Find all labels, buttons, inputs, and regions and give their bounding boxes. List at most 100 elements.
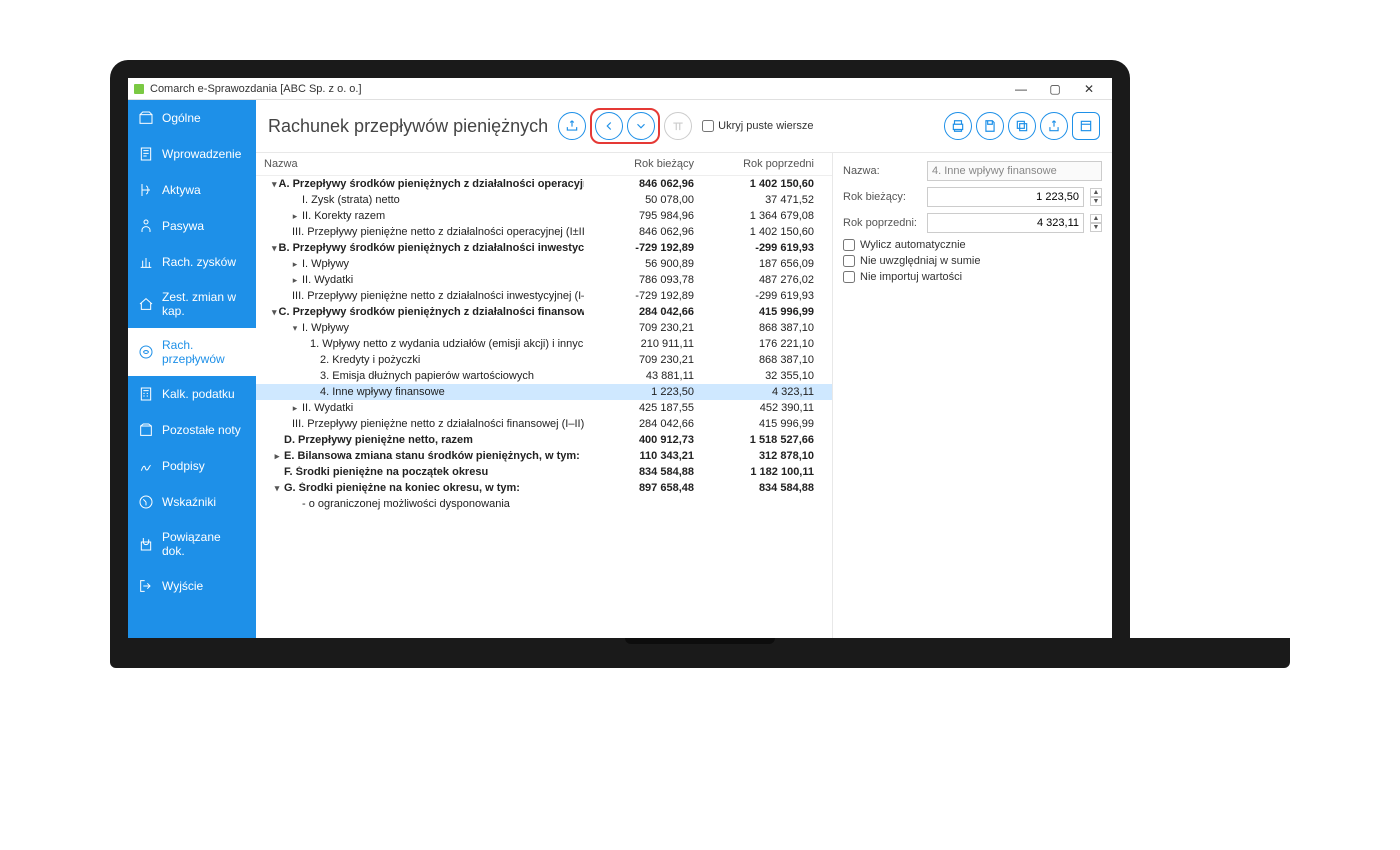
row-name: E. Bilansowa zmiana stanu środków pienię… (284, 450, 580, 462)
table-row[interactable]: ▾A. Przepływy środków pieniężnych z dzia… (256, 176, 832, 192)
table-row[interactable]: ▸II. Wydatki786 093,78487 276,02 (256, 272, 832, 288)
expand-icon[interactable]: ▸ (272, 451, 282, 462)
sidebar-item-label: Rach. przepływów (162, 338, 246, 366)
maximize-button[interactable]: ▢ (1038, 82, 1072, 96)
minimize-button[interactable]: — (1004, 82, 1038, 96)
expand-icon[interactable]: ▾ (272, 307, 277, 318)
sidebar-item-label: Podpisy (162, 459, 205, 473)
export-button[interactable] (558, 112, 586, 140)
table-row[interactable]: ▸II. Wydatki425 187,55452 390,11 (256, 400, 832, 416)
sidebar-item-zest-zmian[interactable]: Zest. zmian w kap. (128, 280, 256, 328)
table-row[interactable]: 2. Kredyty i pożyczki 709 230,21868 387,1… (256, 352, 832, 368)
aktywa-icon (138, 182, 154, 198)
row-name: II. Korekty razem (302, 210, 385, 222)
sidebar-item-label: Wyjście (162, 579, 203, 593)
wyjscie-icon (138, 578, 154, 594)
properties-panel: Nazwa: Rok bieżący: ▲▼ Rok poprzedni: ▲▼… (832, 153, 1112, 638)
sidebar-item-aktywa[interactable]: Aktywa (128, 172, 256, 208)
row-name: III. Przepływy pieniężne netto z działal… (292, 226, 584, 238)
table-row[interactable]: ▸E. Bilansowa zmiana stanu środków pieni… (256, 448, 832, 464)
exclude-sum-checkbox[interactable]: Nie uwzględniaj w sumie (843, 255, 1102, 267)
sidebar-item-pozostale-noty[interactable]: Pozostałe noty (128, 412, 256, 448)
row-py: 834 584,88 (704, 482, 824, 494)
row-cy: 56 900,89 (584, 258, 704, 270)
expand-icon[interactable]: ▸ (290, 275, 300, 286)
table-row[interactable]: III. Przepływy pieniężne netto z działal… (256, 288, 832, 304)
sidebar-item-label: Powiązane dok. (162, 530, 246, 558)
expand-icon[interactable]: ▸ (290, 211, 300, 222)
table-row[interactable]: 1. Wpływy netto z wydania udziałów (emis… (256, 336, 832, 352)
table-row[interactable]: ▾C. Przepływy środków pieniężnych z dzia… (256, 304, 832, 320)
zest-zmian-icon (138, 296, 154, 312)
print-button[interactable] (944, 112, 972, 140)
table-row[interactable]: I. Zysk (strata) netto50 078,0037 471,52 (256, 192, 832, 208)
row-cy: -729 192,89 (584, 290, 704, 302)
cashflow-grid[interactable]: Nazwa Rok bieżący Rok poprzedni ▾A. Prze… (256, 153, 832, 638)
table-row[interactable]: ▸II. Korekty razem795 984,961 364 679,08 (256, 208, 832, 224)
expand-icon[interactable]: ▸ (290, 259, 300, 270)
py-spinner[interactable]: ▲▼ (1090, 214, 1102, 232)
row-name: F. Środki pieniężne na początek okresu (284, 466, 488, 478)
expand-icon[interactable]: ▾ (272, 243, 277, 254)
prop-py-label: Rok poprzedni: (843, 217, 921, 229)
no-import-checkbox[interactable]: Nie importuj wartości (843, 271, 1102, 283)
row-name: 2. Kredyty i pożyczki (320, 354, 420, 366)
table-row[interactable]: III. Przepływy pieniężne netto z działal… (256, 416, 832, 432)
sidebar: OgólneWprowadzenie Aktywa PasywaRach. zysk… (128, 100, 256, 638)
table-row[interactable]: - o ograniczonej możliwości dysponowania (256, 496, 832, 512)
prev-button[interactable] (595, 112, 623, 140)
share-button[interactable] (1040, 112, 1068, 140)
sidebar-item-wyjscie[interactable]: Wyjście (128, 568, 256, 604)
row-cy: 795 984,96 (584, 210, 704, 222)
hide-empty-checkbox[interactable]: Ukryj puste wiersze (702, 120, 813, 132)
titlebar: Comarch e-Sprawozdania [ABC Sp. z o. o.]… (128, 78, 1112, 100)
sidebar-item-powiazane-dok[interactable]: Powiązane dok. (128, 520, 256, 568)
table-row[interactable]: ▾G. Środki pieniężne na koniec okresu, w… (256, 480, 832, 496)
podpisy-icon (138, 458, 154, 474)
row-py: 4 323,11 (704, 386, 824, 398)
row-name: I. Zysk (strata) netto (302, 194, 400, 206)
close-button[interactable]: ✕ (1072, 82, 1106, 96)
table-row[interactable]: 3. Emisja dłużnych papierów wartościowyc… (256, 368, 832, 384)
expand-icon[interactable]: ▾ (272, 483, 282, 494)
row-cy: 897 658,48 (584, 482, 704, 494)
row-cy: 786 093,78 (584, 274, 704, 286)
auto-calc-checkbox[interactable]: Wylicz automatycznie (843, 239, 1102, 251)
expand-icon[interactable]: ▾ (290, 323, 300, 334)
row-py: 187 656,09 (704, 258, 824, 270)
sidebar-item-wprowadzenie[interactable]: Wprowadzenie (128, 136, 256, 172)
table-row[interactable]: 4. Inne wpływy finansowe1 223,504 323,11 (256, 384, 832, 400)
row-py: 868 387,10 (704, 354, 824, 366)
row-name: II. Wydatki (302, 402, 353, 414)
sidebar-item-ogolne[interactable]: Ogólne (128, 100, 256, 136)
row-cy: 709 230,21 (584, 354, 704, 366)
prop-py-field[interactable] (927, 213, 1084, 233)
wskazniki-icon (138, 494, 154, 510)
table-row[interactable]: ▾B. Przepływy środków pieniężnych z dzia… (256, 240, 832, 256)
sidebar-item-wskazniki[interactable]: Wskaźniki (128, 484, 256, 520)
expand-icon[interactable]: ▾ (272, 179, 277, 190)
table-row[interactable]: ▸I. Wpływy 56 900,89187 656,09 (256, 256, 832, 272)
table-row[interactable]: ▾I. Wpływy709 230,21868 387,10 (256, 320, 832, 336)
expand-icon[interactable]: ▸ (290, 403, 300, 414)
sidebar-item-rach-zyskow[interactable]: Rach. zysków (128, 244, 256, 280)
row-py: 1 402 150,60 (704, 226, 824, 238)
layout-button[interactable] (1072, 112, 1100, 140)
sidebar-item-label: Aktywa (162, 183, 201, 197)
save-button[interactable] (976, 112, 1004, 140)
table-row[interactable]: D. Przepływy pieniężne netto, razem400 9… (256, 432, 832, 448)
row-py: -299 619,93 (704, 290, 824, 302)
sidebar-item-podpisy[interactable]: Podpisy (128, 448, 256, 484)
cy-spinner[interactable]: ▲▼ (1090, 188, 1102, 206)
down-button[interactable] (627, 112, 655, 140)
prop-cy-field[interactable] (927, 187, 1084, 207)
row-cy: -729 192,89 (584, 242, 704, 254)
sidebar-item-rach-przeplywow[interactable]: Rach. przepływów (128, 328, 256, 376)
copy-button[interactable] (1008, 112, 1036, 140)
table-row[interactable]: III. Przepływy pieniężne netto z działal… (256, 224, 832, 240)
row-name: I. Wpływy (302, 258, 349, 270)
sidebar-item-pasywa[interactable]: Pasywa (128, 208, 256, 244)
sidebar-item-kalk-podatku[interactable]: Kalk. podatku (128, 376, 256, 412)
table-row[interactable]: F. Środki pieniężne na początek okresu83… (256, 464, 832, 480)
row-py: 415 996,99 (704, 418, 824, 430)
